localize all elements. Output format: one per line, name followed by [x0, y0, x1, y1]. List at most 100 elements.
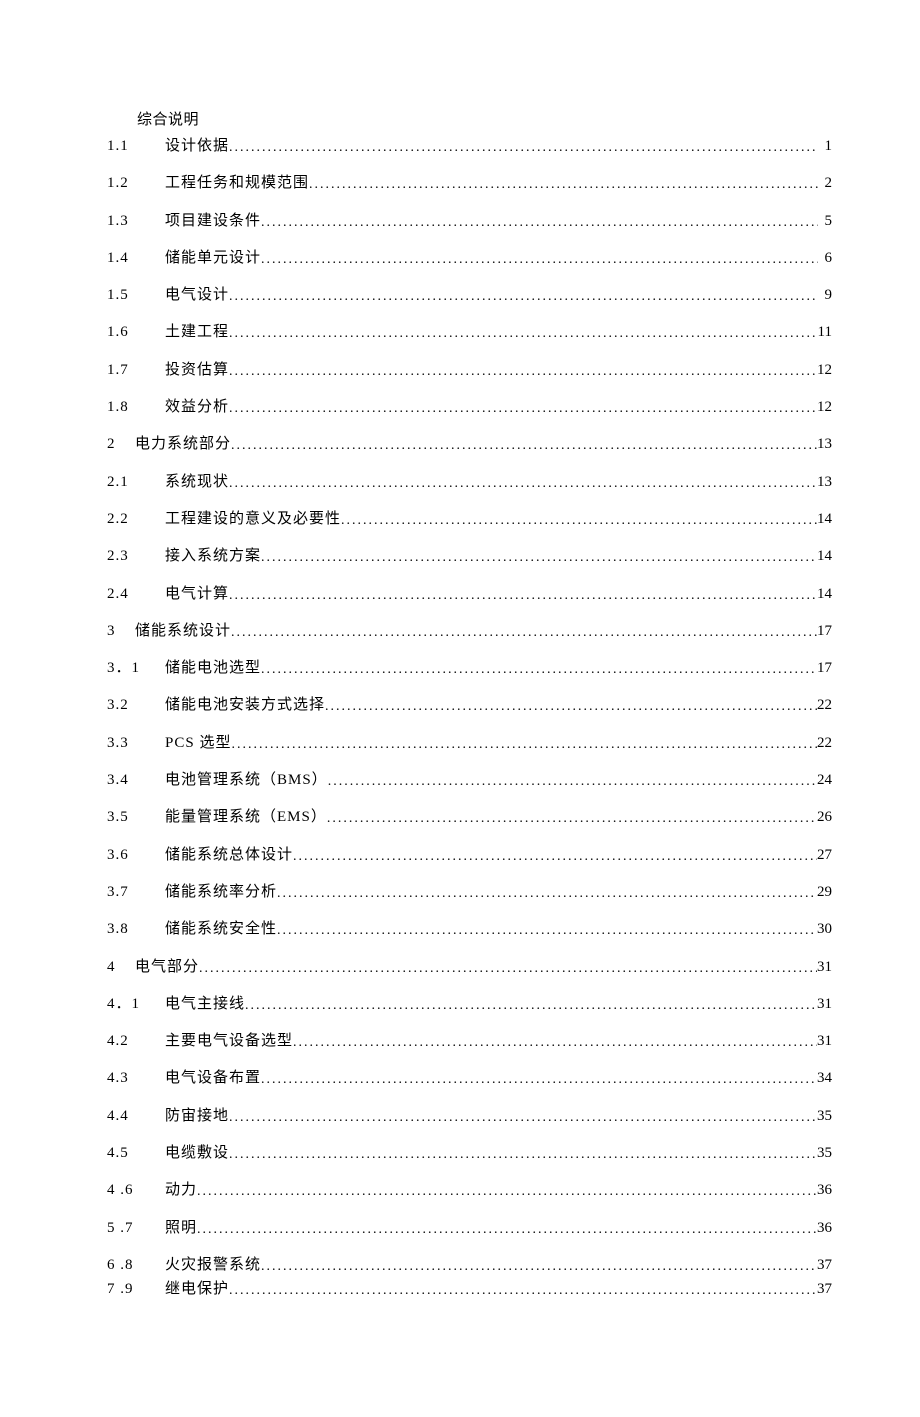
toc-page-number: 6	[818, 249, 832, 267]
toc-leader-dots	[229, 1283, 817, 1300]
toc-page-number: 24	[817, 771, 832, 789]
toc-number: 7 .9	[107, 1280, 165, 1298]
toc-page-number: 13	[817, 473, 832, 491]
toc-number: 1.5	[107, 286, 165, 304]
toc-title: 主要电气设备选型	[165, 1032, 293, 1050]
toc-title: 投资估算	[165, 361, 229, 379]
toc-entry: 3.4电池管理系统（BMS）24	[107, 771, 832, 790]
toc-page-number: 34	[817, 1069, 832, 1087]
toc-title: 接入系统方案	[165, 547, 261, 565]
toc-leader-dots	[229, 401, 817, 418]
toc-leader-dots	[197, 1222, 817, 1239]
toc-title: 电气设计	[165, 286, 229, 304]
toc-entry: 4.4防宙接地35	[107, 1107, 832, 1126]
toc-entry: 3.6储能系统总体设计27	[107, 846, 832, 865]
toc-number: 3.6	[107, 846, 165, 864]
toc-page-number: 2	[818, 174, 832, 192]
toc-number: 2.4	[107, 585, 165, 603]
toc-page-number: 36	[817, 1181, 832, 1199]
toc-entry: 1.8效益分析12	[107, 398, 832, 417]
toc-entry: 1.6土建工程 11	[107, 323, 832, 342]
toc-leader-dots	[229, 289, 818, 306]
toc-page-number: 35	[817, 1107, 832, 1125]
toc-title: 电缆敷设	[165, 1144, 229, 1162]
toc-entry: 2.3接入系统方案14	[107, 547, 832, 566]
toc-leader-dots	[327, 811, 817, 828]
toc-entry: 4.5电缆敷设35	[107, 1144, 832, 1163]
toc-number: 2	[107, 435, 135, 453]
toc-number: 4.2	[107, 1032, 165, 1050]
toc-entry: 7 .9继电保护 37	[107, 1280, 832, 1299]
toc-title: 项目建设条件	[165, 212, 261, 230]
toc-page-number: 26	[817, 808, 832, 826]
toc-leader-dots	[231, 438, 817, 455]
section-heading: 综合说明	[137, 108, 832, 129]
toc-number: 4.5	[107, 1144, 165, 1162]
toc-entry: 2.2工程建设的意义及必要性14	[107, 510, 832, 529]
toc-entry: 5 .7照明36	[107, 1219, 832, 1238]
toc-title: 电气计算	[165, 585, 229, 603]
toc-entry: 3储能系统设计17	[107, 622, 832, 641]
toc-leader-dots	[277, 886, 817, 903]
toc-page-number: 9	[818, 286, 832, 304]
toc-title: 电池管理系统（BMS）	[165, 771, 328, 789]
toc-number: 3.5	[107, 808, 165, 826]
toc-number: 1.8	[107, 398, 165, 416]
toc-title: 土建工程	[165, 323, 229, 341]
toc-page-number: 27	[817, 846, 832, 864]
toc-number: 1.1	[107, 137, 165, 155]
toc-page-number: 11	[818, 323, 832, 341]
toc-number: 1.6	[107, 323, 165, 341]
toc-number: 2.1	[107, 473, 165, 491]
toc-title: 储能电池选型	[165, 659, 261, 677]
toc-title: 效益分析	[165, 398, 229, 416]
toc-leader-dots	[261, 1259, 817, 1276]
toc-number: 4.4	[107, 1107, 165, 1125]
toc-page-number: 29	[817, 883, 832, 901]
toc-entry: 3.7储能系统率分析29	[107, 883, 832, 902]
toc-leader-dots	[325, 699, 817, 716]
toc-leader-dots	[261, 662, 817, 679]
toc-number: 5 .7	[107, 1219, 165, 1237]
toc-leader-dots	[229, 476, 817, 493]
toc-entry: 4．1电气主接线31	[107, 995, 832, 1014]
toc-number: 2.2	[107, 510, 165, 528]
toc-page-number: 14	[817, 510, 832, 528]
toc-entry: 1.4储能单元设计6	[107, 249, 832, 268]
toc-leader-dots	[293, 1035, 817, 1052]
toc-title: 储能系统率分析	[165, 883, 277, 901]
toc-entry: 4.2主要电气设备选型 31	[107, 1032, 832, 1051]
toc-entry: 2电力系统部分13	[107, 435, 832, 454]
toc-entry: 2.1系统现状13	[107, 473, 832, 492]
toc-page-number: 31	[817, 1032, 832, 1050]
toc-page-number: 37	[817, 1280, 832, 1298]
toc-leader-dots	[309, 177, 818, 194]
toc-number: 4．1	[107, 995, 165, 1013]
toc-leader-dots	[341, 513, 817, 530]
toc-entry: 4电气部分31	[107, 958, 832, 977]
toc-entry: 6 .8火灾报警系统37	[107, 1256, 832, 1275]
toc-leader-dots	[261, 252, 818, 269]
table-of-contents: 1.1设计依据11.2工程任务和规模范围21.3项目建设条件51.4储能单元设计…	[107, 137, 832, 1299]
toc-leader-dots	[328, 774, 817, 791]
toc-leader-dots	[293, 849, 817, 866]
toc-leader-dots	[229, 140, 818, 157]
toc-title: 继电保护	[165, 1280, 229, 1298]
toc-title: 动力	[165, 1181, 197, 1199]
toc-leader-dots	[229, 326, 818, 343]
toc-title: 照明	[165, 1219, 197, 1237]
toc-page-number: 14	[817, 585, 832, 603]
toc-page-number: 5	[818, 212, 832, 230]
toc-page-number: 17	[817, 659, 832, 677]
toc-title: 储能系统设计	[135, 622, 231, 640]
toc-leader-dots	[261, 215, 818, 232]
toc-number: 4	[107, 958, 135, 976]
toc-entry: 1.3项目建设条件5	[107, 212, 832, 231]
toc-title: 工程任务和规模范围	[165, 174, 309, 192]
toc-entry: 1.1设计依据1	[107, 137, 832, 156]
toc-leader-dots	[261, 550, 817, 567]
toc-entry: 4 .6动力36	[107, 1181, 832, 1200]
toc-leader-dots	[245, 998, 817, 1015]
toc-number: 2.3	[107, 547, 165, 565]
toc-title: 电气部分	[135, 958, 199, 976]
